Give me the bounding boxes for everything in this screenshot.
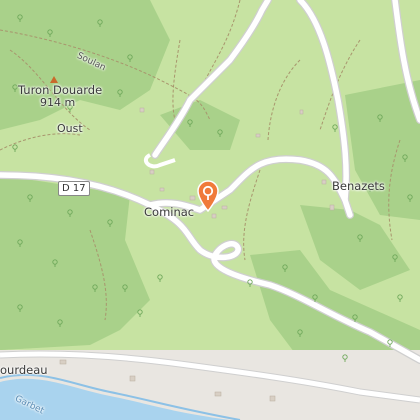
peak-name-label: Turon Douarde [18,83,103,97]
bourdeau-label: ourdeau [0,363,48,377]
location-pin-icon[interactable] [196,180,220,213]
peak-triangle-icon [50,76,58,83]
oust-label: Oust [57,122,83,135]
peak-elevation-label: 914 m [40,96,76,109]
benazets-label[interactable]: Benazets [332,180,385,192]
map-view[interactable]: Turon Douarde 914 m Soulan Oust D 17 Com… [0,0,420,420]
cominac-label[interactable]: Cominac [144,206,194,218]
road-ref-shield: D 17 [58,181,90,196]
